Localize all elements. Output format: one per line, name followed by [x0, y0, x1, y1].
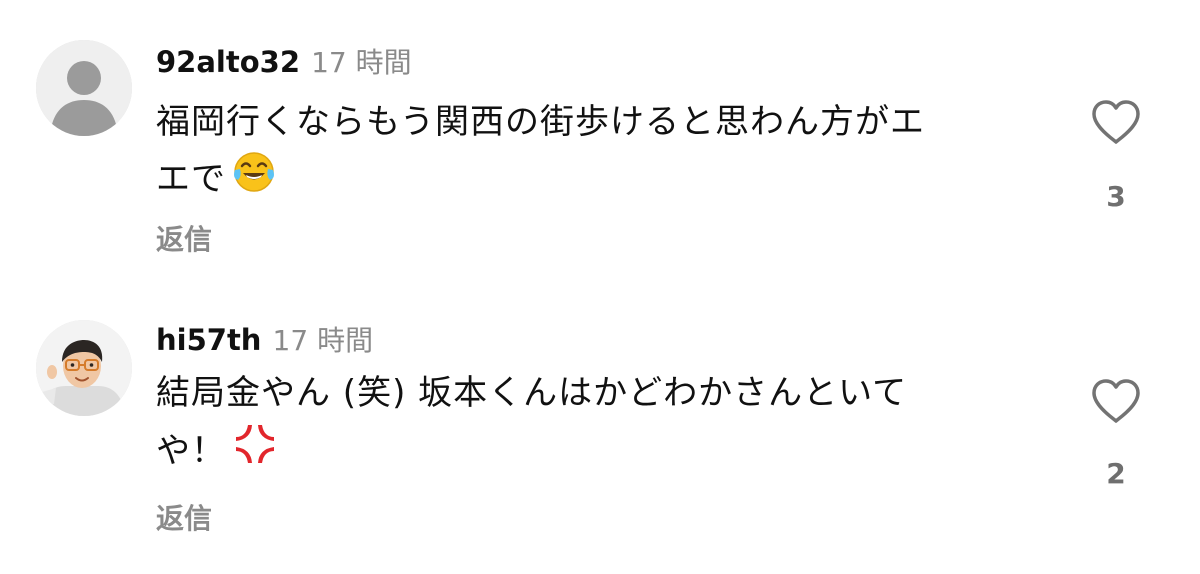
avatar[interactable]	[36, 40, 132, 136]
anger-symbol-icon	[232, 421, 278, 484]
username[interactable]: hi57th	[156, 323, 261, 357]
comment-text-line: エで	[156, 150, 1056, 211]
comment-item: 92alto32 17 時間 福岡行くならもう関西の街歩けると思わん方がエ エで…	[0, 0, 1200, 287]
like-count: 2	[1106, 457, 1126, 490]
reply-button[interactable]: 返信	[156, 218, 212, 258]
comment-text-segment: や！	[156, 431, 226, 471]
avatar[interactable]	[36, 320, 132, 416]
comment-text-line: や！	[156, 421, 1056, 484]
username[interactable]: 92alto32	[156, 45, 300, 79]
comment-meta: hi57th 17 時間	[156, 320, 373, 360]
default-avatar-icon	[36, 40, 132, 136]
comment-text-line: 結局金やん (笑) 坂本くんはかどわかさんといて	[156, 373, 908, 413]
heart-icon	[1092, 379, 1140, 423]
timestamp: 17 時間	[311, 46, 412, 79]
comment-text-segment: エで	[156, 159, 226, 199]
comment-text: 結局金やん (笑) 坂本くんはかどわかさんといて や！	[156, 365, 1056, 484]
memoji-avatar-icon	[36, 320, 132, 416]
comment-text: 福岡行くならもう関西の街歩けると思わん方がエ エで	[156, 94, 1056, 211]
heart-icon	[1092, 100, 1140, 144]
face-with-tears-of-joy-icon	[232, 150, 276, 211]
timestamp: 17 時間	[272, 324, 374, 357]
like-count: 3	[1106, 180, 1126, 213]
like-button[interactable]	[1090, 98, 1142, 146]
comment-meta: 92alto32 17 時間	[156, 42, 412, 82]
comment-item: hi57th 17 時間 結局金やん (笑) 坂本くんはかどわかさんといて や！…	[0, 287, 1200, 574]
comment-text-line: 福岡行くならもう関西の街歩けると思わん方がエ	[156, 102, 925, 142]
reply-button[interactable]: 返信	[156, 497, 212, 537]
like-button[interactable]	[1090, 377, 1142, 425]
